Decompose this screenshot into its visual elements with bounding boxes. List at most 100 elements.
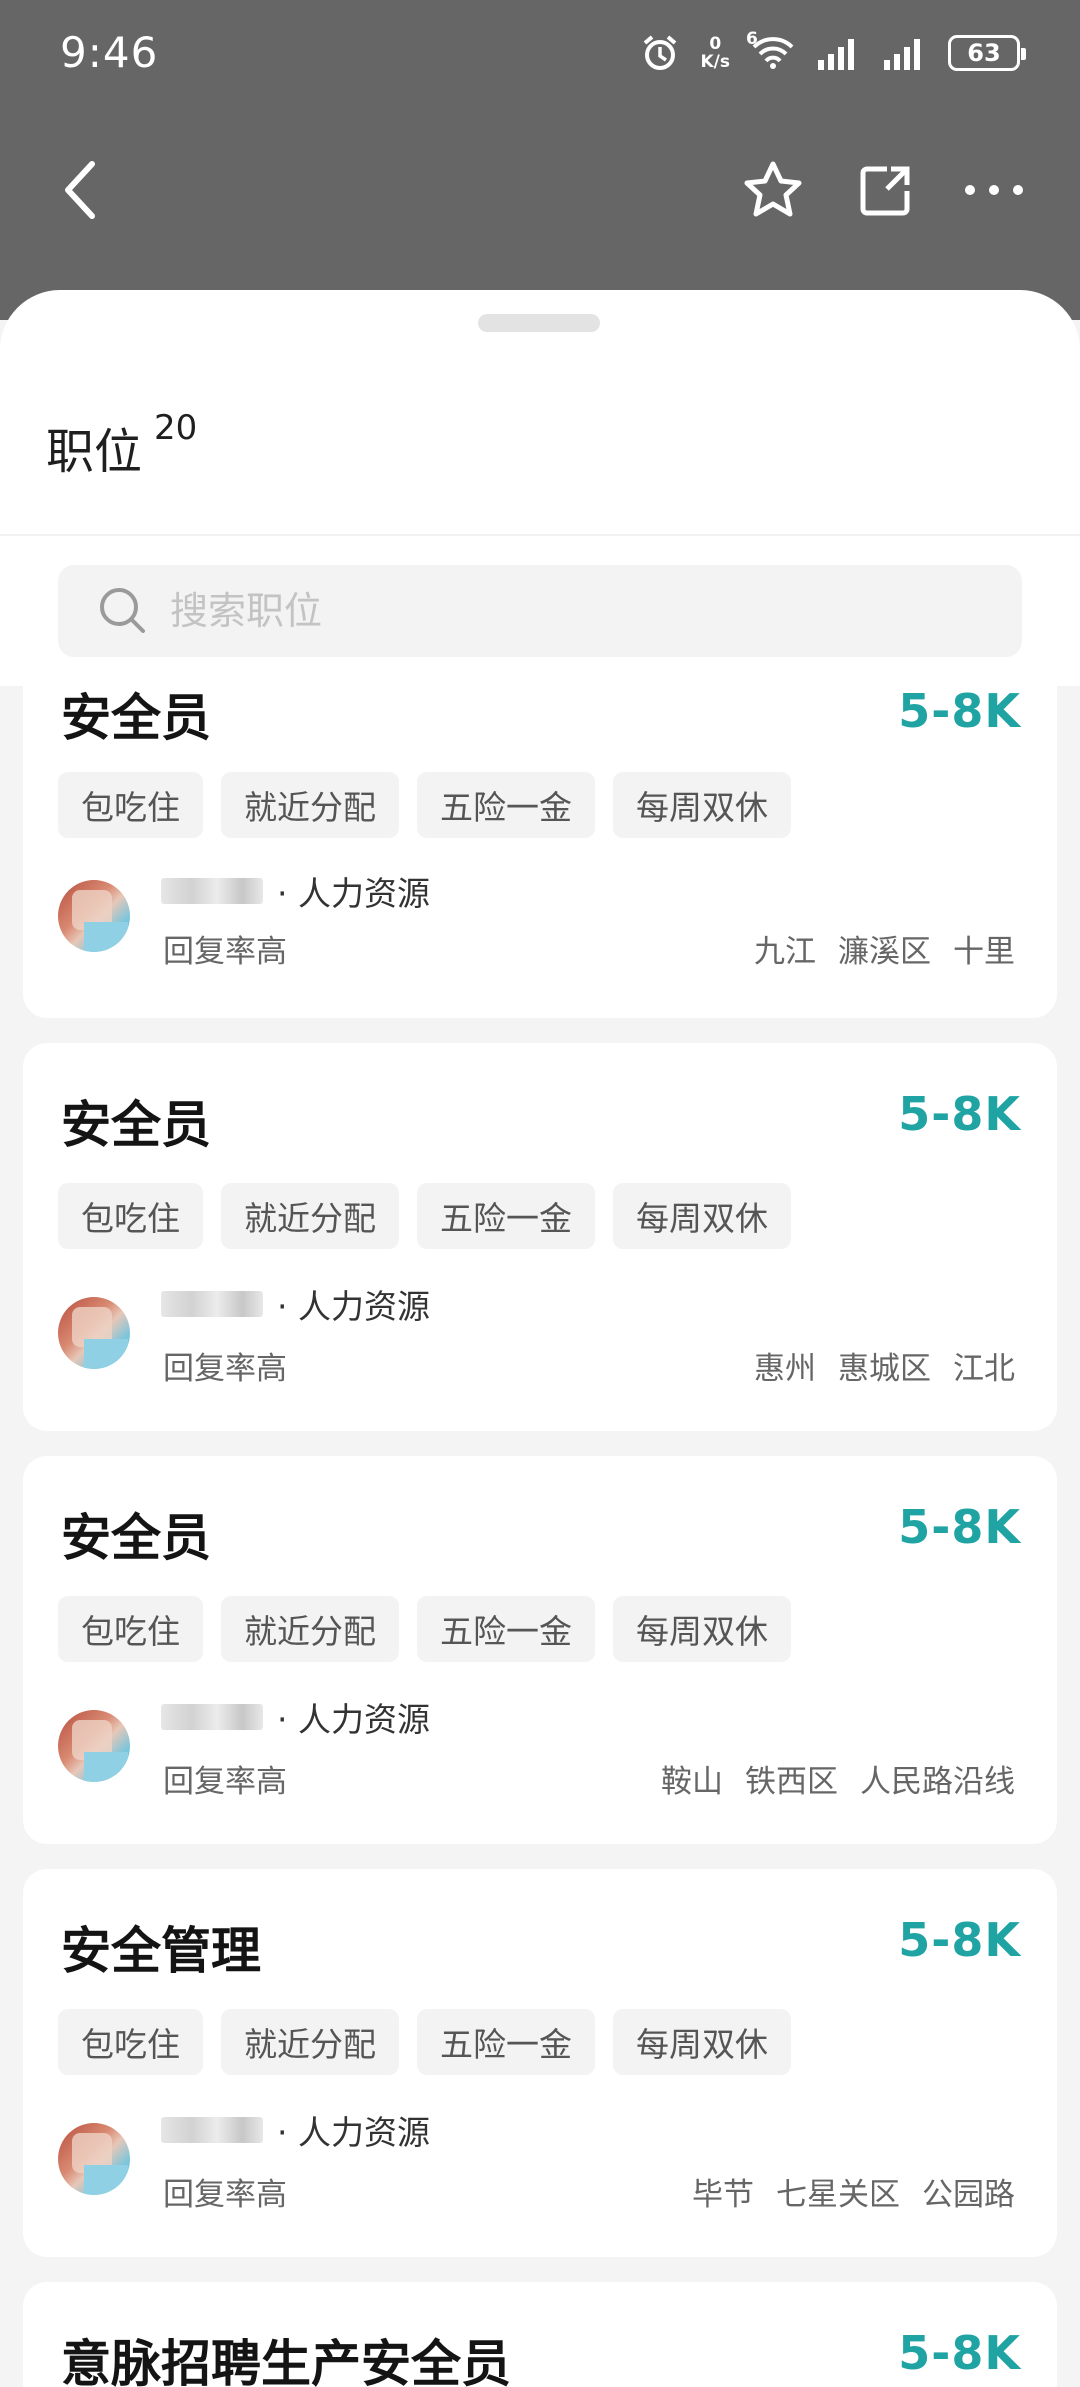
location-city: 鞍山 (661, 1764, 723, 1800)
job-tag: 每周双休 (613, 2009, 791, 2075)
job-location: 鞍山 铁西区 人民路沿线 (661, 1756, 1015, 1801)
job-tag: 五险一金 (417, 1596, 595, 1662)
sheet-title-row: 职位 20 (46, 408, 197, 482)
job-salary: 5-8K (898, 1500, 1021, 1554)
status-bar: 9:46 0 K/s 6 63 (0, 0, 1080, 110)
signal-icon (882, 36, 928, 70)
divider (0, 534, 1080, 536)
share-icon (860, 166, 910, 216)
back-button[interactable] (40, 150, 120, 230)
location-district: 七星关区 (776, 2177, 900, 2213)
job-tags: 包吃住 就近分配 五险一金 每周双休 (58, 1183, 791, 1249)
recruiter-line: · 人力资源 (161, 2107, 430, 2153)
job-salary: 5-8K (898, 1913, 1021, 1967)
recruiter-line: · 人力资源 (161, 868, 430, 914)
job-tag: 就近分配 (221, 772, 399, 838)
reply-rate: 回复率高 (163, 934, 287, 970)
job-tag: 包吃住 (58, 1596, 203, 1662)
job-tags: 包吃住 就近分配 五险一金 每周双休 (58, 772, 791, 838)
chevron-left-icon (65, 161, 95, 219)
location-district: 濂溪区 (838, 934, 931, 970)
job-tag: 就近分配 (221, 2009, 399, 2075)
recruiter-role: · 人力资源 (277, 1287, 430, 1326)
reply-rate: 回复率高 (163, 1764, 287, 1800)
recruiter-line: · 人力资源 (161, 1281, 430, 1327)
recruiter-name-blurred (161, 1291, 263, 1317)
recruiter-avatar (58, 880, 130, 952)
location-district: 惠城区 (838, 1351, 931, 1387)
star-icon (744, 161, 802, 217)
location-city: 毕节 (692, 2177, 754, 2213)
job-tags: 包吃住 就近分配 五险一金 每周双休 (58, 2009, 791, 2075)
job-card[interactable]: 安全员 5-8K 包吃住 就近分配 五险一金 每周双休 · 人力资源 回复率高 … (23, 1043, 1057, 1431)
recruiter-role: · 人力资源 (277, 1700, 430, 1739)
share-button[interactable] (846, 150, 926, 230)
job-tag: 包吃住 (58, 772, 203, 838)
battery-indicator: 63 (948, 35, 1026, 71)
job-tag: 就近分配 (221, 1183, 399, 1249)
wifi-icon: 6 (746, 29, 796, 71)
status-icons: 0 K/s 6 63 (640, 28, 1026, 78)
job-tag: 每周双休 (613, 772, 791, 838)
job-salary: 5-8K (898, 684, 1021, 738)
search-box[interactable] (58, 565, 1022, 657)
job-title: 安全员 (61, 1509, 211, 1567)
location-area: 十里 (953, 934, 1015, 970)
job-tag: 五险一金 (417, 2009, 595, 2075)
net-speed-unit: K/s (700, 52, 730, 72)
job-location: 惠州 惠城区 江北 (754, 1343, 1015, 1388)
job-salary: 5-8K (898, 2326, 1021, 2380)
reply-rate: 回复率高 (163, 1351, 287, 1387)
job-card[interactable]: 安全管理 5-8K 包吃住 就近分配 五险一金 每周双休 · 人力资源 回复率高… (23, 1869, 1057, 2257)
recruiter-line: · 人力资源 (161, 1694, 430, 1740)
job-tag: 五险一金 (417, 772, 595, 838)
job-salary: 5-8K (898, 1087, 1021, 1141)
recruiter-role: · 人力资源 (277, 874, 430, 913)
signal-icon (816, 36, 862, 70)
recruiter-name-blurred (161, 878, 263, 904)
more-button[interactable] (954, 150, 1034, 230)
job-title: 意脉招聘生产安全员 (61, 2335, 511, 2387)
job-tag: 包吃住 (58, 1183, 203, 1249)
job-tag: 包吃住 (58, 2009, 203, 2075)
job-tag: 每周双休 (613, 1596, 791, 1662)
wifi-generation: 6 (746, 29, 758, 49)
location-city: 惠州 (754, 1351, 816, 1387)
job-location: 毕节 七星关区 公园路 (692, 2169, 1015, 2214)
job-title: 安全管理 (61, 1922, 261, 1980)
net-speed-value: 0 (709, 34, 722, 54)
search-input[interactable] (170, 589, 970, 633)
recruiter-avatar (58, 1710, 130, 1782)
recruiter-avatar (58, 1297, 130, 1369)
job-location: 九江 濂溪区 十里 (754, 926, 1015, 971)
job-card[interactable]: 安全员 5-8K 包吃住 就近分配 五险一金 每周双休 · 人力资源 回复率高 … (23, 1456, 1057, 1844)
job-count: 20 (154, 408, 198, 448)
job-card[interactable]: 意脉招聘生产安全员 5-8K (23, 2282, 1057, 2387)
location-area: 公园路 (922, 2177, 1015, 2213)
dimmed-overlay: 9:46 0 K/s 6 63 (0, 0, 1080, 320)
net-speed: 0 K/s (700, 35, 730, 71)
location-area: 人民路沿线 (860, 1764, 1015, 1800)
reply-rate: 回复率高 (163, 2177, 287, 2213)
job-card[interactable]: 安全员 5-8K 包吃住 就近分配 五险一金 每周双休 · 人力资源 回复率高 … (23, 630, 1057, 1018)
recruiter-name-blurred (161, 1704, 263, 1730)
job-tag: 就近分配 (221, 1596, 399, 1662)
alarm-icon (640, 33, 680, 73)
job-tag: 每周双休 (613, 1183, 791, 1249)
more-horizontal-icon (965, 185, 1023, 195)
location-area: 江北 (953, 1351, 1015, 1387)
recruiter-role: · 人力资源 (277, 2113, 430, 2152)
job-title: 安全员 (61, 689, 211, 747)
location-city: 九江 (754, 934, 816, 970)
bottom-sheet-header: 职位 20 (0, 290, 1080, 686)
sheet-title: 职位 (46, 424, 143, 480)
location-district: 铁西区 (745, 1764, 838, 1800)
top-nav (0, 140, 1080, 240)
search-icon (98, 586, 148, 636)
sheet-drag-handle[interactable] (478, 314, 600, 332)
favorite-button[interactable] (733, 150, 813, 230)
status-time: 9:46 (60, 28, 159, 77)
recruiter-avatar (58, 2123, 130, 2195)
job-title: 安全员 (61, 1096, 211, 1154)
recruiter-name-blurred (161, 2117, 263, 2143)
